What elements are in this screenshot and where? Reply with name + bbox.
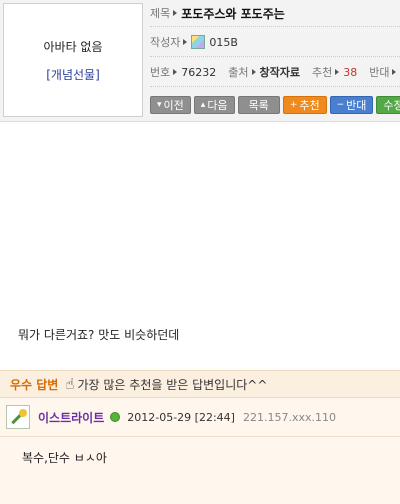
arrow-right-icon [251, 69, 256, 75]
minus-icon: − [336, 100, 345, 110]
recommend-button-label: 추천 [299, 99, 320, 112]
edit-button[interactable]: 수정 [376, 96, 400, 114]
arrow-right-icon [392, 69, 397, 75]
post-header: 아바타 없음 [개념선물] 제목 포도주스와 포도주는 작성자 015B 번호 … [0, 0, 400, 122]
reply-header: 이스트라이트 2012-05-29 [22:44] 221.157.xxx.11… [0, 398, 400, 437]
next-label: 다음 [207, 99, 228, 112]
title-row: 제목 포도주스와 포도주는 [150, 3, 285, 23]
oppose-button[interactable]: − 반대 [329, 96, 374, 114]
post-source: 창작자료 [259, 66, 300, 79]
post-toolbar: ▾ 이전 ▴ 다음 목록 + 추천 − 반대 수정 [150, 96, 400, 114]
pointing-hand-icon: ☝ [65, 375, 75, 393]
reply-text: 복수,단수 ㅂㅅ아 [22, 451, 107, 465]
divider [150, 56, 400, 57]
group-tag-link[interactable]: [개념선물] [4, 66, 142, 83]
author-name[interactable]: 015B [209, 36, 238, 49]
source-label: 출처 [228, 66, 249, 79]
number-label: 번호 [150, 66, 171, 79]
list-label: 목록 [248, 99, 269, 112]
recommend-label: 추천 [311, 66, 333, 79]
meta-row: 번호 76232 출처 창작자료 추천 38 반대 [150, 62, 400, 82]
post-body: 뭐가 다른거죠? 맛도 비슷하던데 [18, 328, 180, 342]
reply-datetime: 2012-05-29 [22:44] [127, 410, 235, 424]
best-answer-label: 우수 답변 [10, 377, 59, 392]
reply-author[interactable]: 이스트라이트 [38, 409, 104, 426]
arrow-right-icon [335, 69, 340, 75]
chevron-down-icon: ▾ [157, 100, 162, 110]
author-row: 작성자 015B [150, 32, 238, 52]
oppose-button-label: 반대 [346, 99, 367, 112]
arrow-right-icon [173, 10, 178, 16]
divider [150, 26, 400, 27]
author-level-icon [191, 35, 206, 49]
prev-button[interactable]: ▾ 이전 [150, 96, 191, 114]
oppose-label: 반대 [369, 66, 390, 79]
reply-avatar-icon[interactable] [6, 405, 30, 429]
post-title: 포도주스와 포도주는 [181, 6, 285, 21]
best-reply: 이스트라이트 2012-05-29 [22:44] 221.157.xxx.11… [0, 398, 400, 504]
best-answer-bar: 우수 답변 ☝ 가장 많은 추천을 받은 답변입니다^^ [0, 370, 400, 398]
best-answer-description: 가장 많은 추천을 받은 답변입니다^^ [77, 377, 268, 392]
author-label: 작성자 [150, 36, 181, 49]
chevron-up-icon: ▴ [200, 100, 206, 110]
title-label: 제목 [150, 7, 171, 20]
prev-label: 이전 [163, 99, 184, 112]
post-number: 76232 [181, 65, 217, 79]
no-avatar-text: 아바타 없음 [43, 40, 103, 54]
next-button[interactable]: ▴ 다음 [193, 96, 235, 114]
edit-label: 수정 [383, 99, 400, 112]
avatar-box: 아바타 없음 [개념선물] [3, 3, 143, 117]
list-button[interactable]: 목록 [237, 96, 280, 114]
plus-icon: + [289, 100, 298, 110]
online-status-icon [110, 412, 121, 422]
recommend-button[interactable]: + 추천 [282, 96, 327, 114]
recommend-count: 38 [343, 65, 358, 79]
divider [150, 86, 400, 87]
arrow-right-icon [173, 69, 178, 75]
arrow-right-icon [183, 39, 188, 45]
reply-ip: 221.157.xxx.110 [242, 410, 336, 424]
